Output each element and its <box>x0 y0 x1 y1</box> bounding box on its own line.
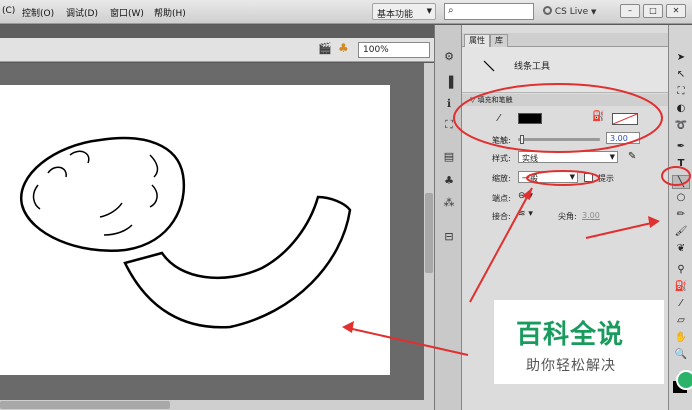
annotation-arrowhead <box>648 216 660 228</box>
watermark-subtitle: 助你轻松解决 <box>526 358 616 374</box>
annotation-arrow-to-scale <box>469 187 533 303</box>
watermark-title: 百科全说 <box>516 320 625 350</box>
annotation-arrowhead <box>342 321 354 333</box>
annotation-circle-line-tool <box>661 166 691 186</box>
badge-icon <box>676 370 692 390</box>
annotation-circle-stroke-fill <box>453 83 663 153</box>
annotation-arrowhead <box>522 188 532 200</box>
watermark-box: 百科全说 助你轻松解决 <box>494 300 664 384</box>
annotation-arrow-to-tool <box>585 221 657 239</box>
annotation-circle-scale <box>526 170 600 186</box>
annotation-arrow-to-stage <box>347 327 469 356</box>
